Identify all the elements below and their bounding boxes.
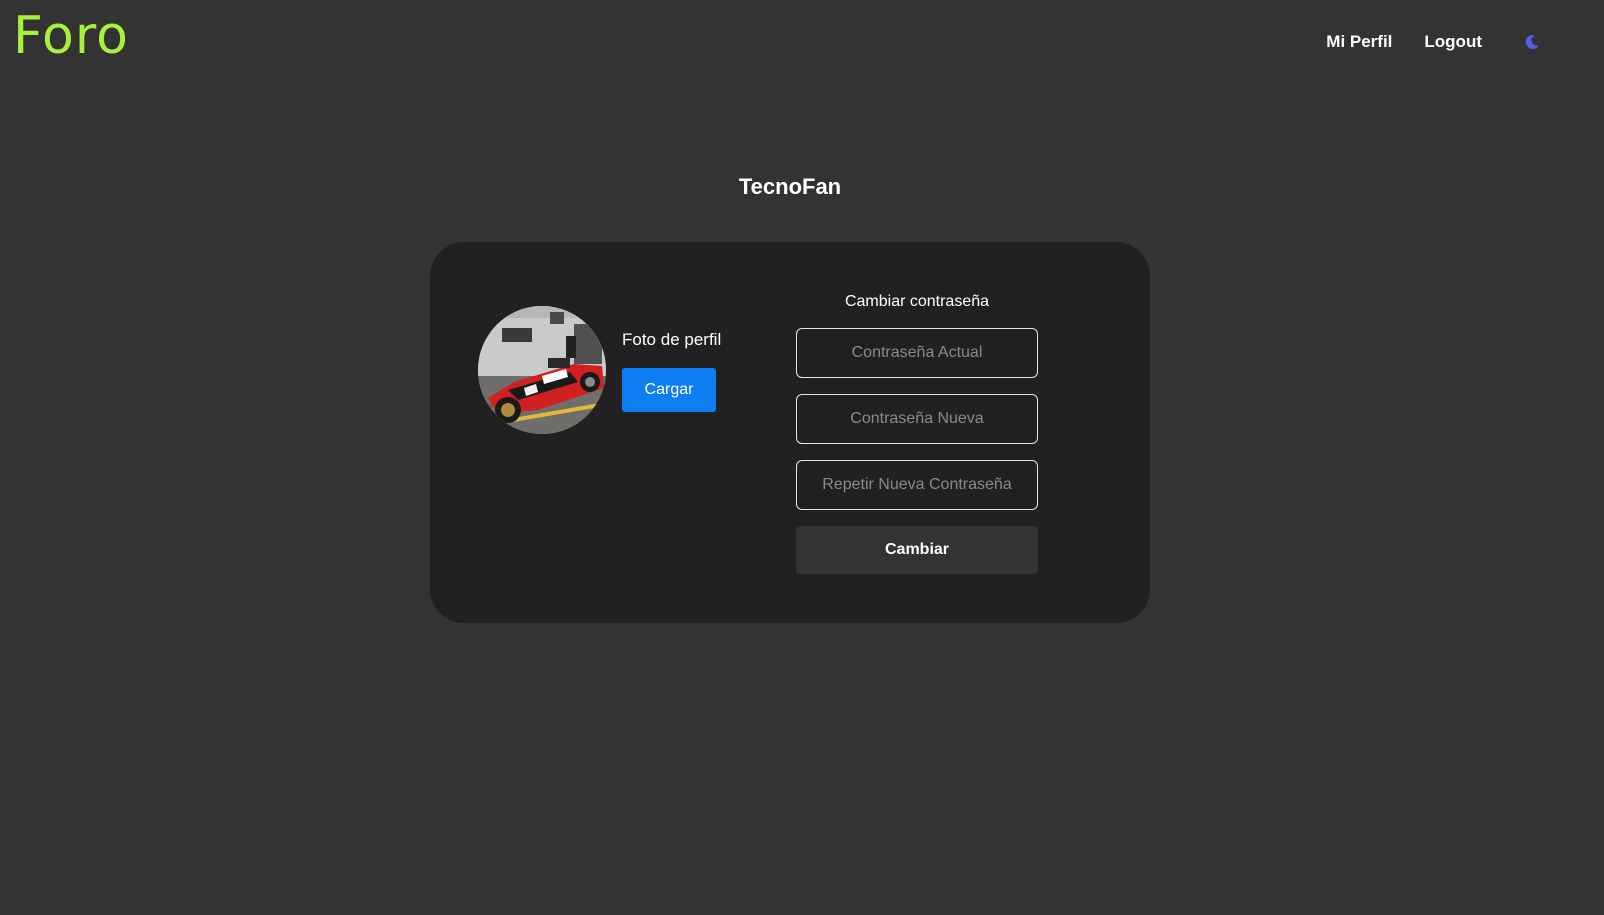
username-title: TecnoFan xyxy=(738,174,842,199)
profile-avatar xyxy=(478,306,606,434)
upload-photo-button[interactable]: Cargar xyxy=(622,368,716,412)
site-logo[interactable]: Foro xyxy=(13,7,129,65)
new-password-input[interactable] xyxy=(796,394,1038,444)
nav-links: Mi Perfil Logout xyxy=(1326,30,1542,54)
nav-link-mi-perfil[interactable]: Mi Perfil xyxy=(1326,32,1392,52)
profile-photo-label: Foto de perfil xyxy=(622,330,722,349)
current-password-input[interactable] xyxy=(796,328,1038,378)
avatar-photo xyxy=(478,306,606,434)
change-password-button[interactable]: Cambiar xyxy=(796,526,1038,574)
change-password-title: Cambiar contraseña xyxy=(844,293,990,310)
profile-card: Foto de perfil Cargar Cambiar contraseña… xyxy=(430,242,1150,623)
navbar: Foro Mi Perfil Logout xyxy=(0,0,1604,84)
theme-toggle-button[interactable] xyxy=(1522,32,1542,52)
moon-icon xyxy=(1525,34,1539,49)
nav-link-logout[interactable]: Logout xyxy=(1424,32,1482,52)
change-password-form: Cambiar contraseña Cambiar xyxy=(796,292,1038,574)
repeat-password-input[interactable] xyxy=(796,460,1038,510)
